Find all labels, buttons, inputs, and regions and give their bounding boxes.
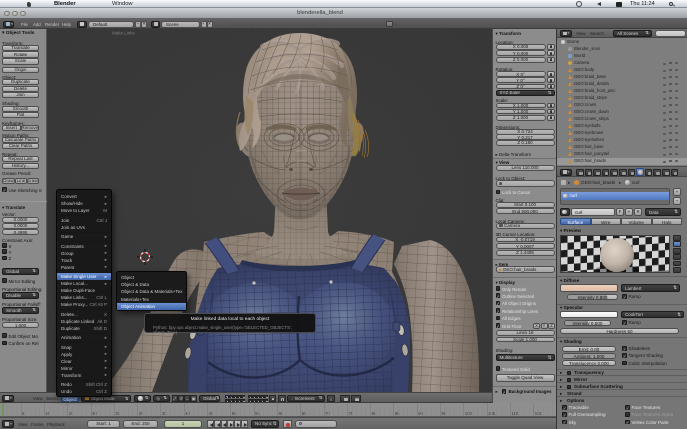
svg-text:Make Links: Make Links	[112, 31, 136, 36]
